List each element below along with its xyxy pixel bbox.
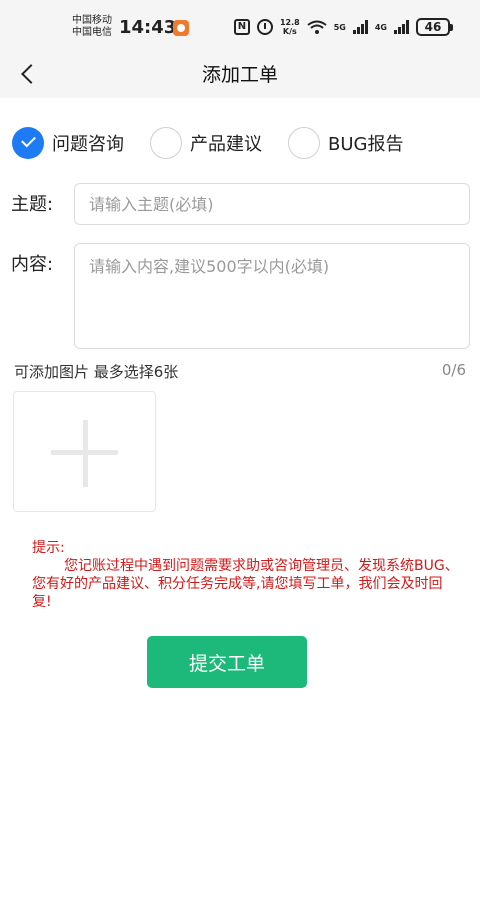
network-speed-value: 12.8 — [279, 18, 300, 27]
submit-button[interactable]: 提交工单 — [147, 636, 307, 688]
image-upload-hint: 可添加图片 最多选择6张 — [14, 363, 179, 381]
wifi-icon — [307, 20, 327, 34]
plus-icon-vertical — [83, 420, 88, 487]
radio-unchecked-icon[interactable] — [150, 127, 182, 159]
network-speed: 12.8 K/s — [280, 18, 300, 36]
battery-icon: 46 — [416, 18, 453, 36]
subject-field-container — [74, 183, 470, 225]
image-count: 0/6 — [441, 361, 466, 379]
carrier-name-2: 中国电信 — [72, 27, 112, 38]
content-field-container — [74, 243, 470, 349]
network-type-2: 4G — [374, 22, 387, 32]
network-speed-unit: K/s — [282, 27, 297, 36]
content-textarea[interactable] — [75, 244, 469, 348]
category-radio-group: 问题咨询 产品建议 BUG报告 — [12, 126, 429, 160]
add-image-button[interactable] — [13, 391, 156, 512]
subject-input[interactable] — [75, 184, 469, 224]
clock: 14:43 — [119, 17, 177, 38]
nav-bar: 添加工单 — [0, 52, 480, 98]
status-bar: 中国移动 中国电信 14:43 N 12.8 K/s 5G 4G 46 — [0, 0, 480, 52]
radio-suggestion[interactable]: 产品建议 — [150, 127, 262, 159]
app-notification-icon — [173, 20, 189, 36]
network-type-1: 5G — [333, 22, 346, 32]
carrier-info: 中国移动 中国电信 — [72, 15, 112, 39]
subject-label: 主题: — [11, 194, 54, 215]
alarm-icon — [256, 19, 273, 35]
radio-label: 产品建议 — [190, 134, 262, 155]
radio-unchecked-icon[interactable] — [288, 127, 320, 159]
radio-bug-report[interactable]: BUG报告 — [288, 127, 403, 159]
signal-icon-2 — [394, 20, 409, 34]
carrier-name-1: 中国移动 — [72, 15, 112, 26]
tip-box: 提示: 您记账过程中遇到问题需要求助或咨询管理员、发现系统BUG、您有好的产品建… — [32, 539, 462, 611]
status-icons: N 12.8 K/s 5G 4G 46 — [233, 16, 453, 38]
content-label: 内容: — [11, 254, 54, 275]
signal-icon — [352, 20, 368, 34]
radio-question[interactable]: 问题咨询 — [12, 127, 124, 159]
tip-title: 提示: — [32, 540, 65, 556]
radio-checked-icon[interactable] — [12, 127, 44, 159]
tip-text: 您记账过程中遇到问题需要求助或咨询管理员、发现系统BUG、您有好的产品建议、积分… — [32, 558, 459, 610]
radio-label: BUG报告 — [328, 134, 404, 155]
page-title: 添加工单 — [201, 64, 278, 86]
radio-label: 问题咨询 — [52, 134, 124, 155]
nfc-icon: N — [233, 19, 250, 35]
